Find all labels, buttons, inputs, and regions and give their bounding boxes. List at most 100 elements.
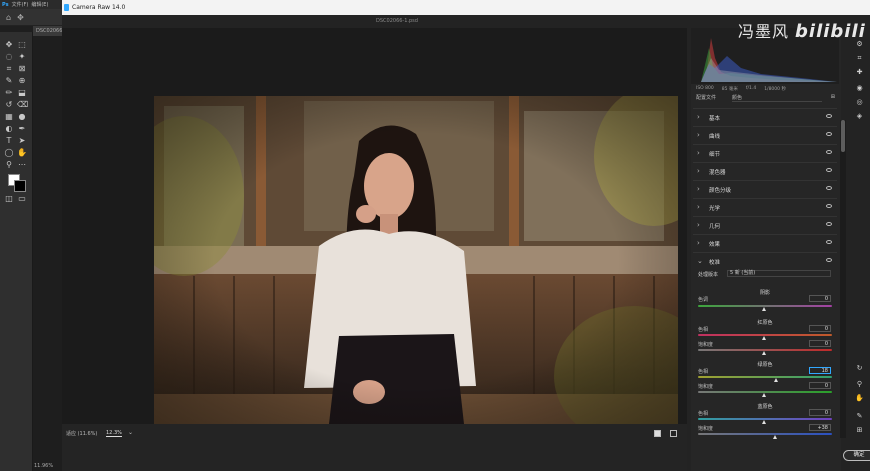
preview-canvas[interactable] [62, 28, 687, 424]
lasso-icon[interactable]: ◌ [4, 52, 14, 62]
green-saturation-thumb[interactable] [762, 393, 766, 397]
grid-overlay-icon[interactable]: ⊞ [855, 426, 864, 435]
red-saturation-value[interactable]: 0 [809, 340, 831, 347]
aperture: f/1.4 [745, 86, 757, 91]
document-tab[interactable]: DSC02066 [33, 26, 63, 36]
file-name: DSC02066-1.psd [376, 18, 418, 24]
eye-icon[interactable] [826, 240, 832, 244]
eye-icon[interactable] [826, 204, 832, 208]
before-after-icon[interactable] [670, 430, 677, 437]
blue-hue-value[interactable]: 0 [809, 409, 831, 416]
path-select-icon[interactable]: ➤ [17, 136, 27, 146]
red-hue-thumb[interactable] [762, 336, 766, 340]
red-saturation-thumb[interactable] [762, 351, 766, 355]
process-version-label: 处理版本 [698, 272, 719, 278]
hand-icon[interactable]: ✋ [17, 148, 27, 158]
ok-button[interactable]: 确定 [843, 450, 870, 461]
red-hue-value[interactable]: 0 [809, 325, 831, 332]
shadows-tint-value[interactable]: 0 [809, 295, 831, 302]
green-hue-slider[interactable] [698, 376, 832, 378]
dodge-icon[interactable]: ◐ [4, 124, 14, 134]
eye-icon[interactable] [826, 222, 832, 226]
green-hue-label: 色相 [698, 369, 709, 375]
section-curve[interactable]: › 曲线 [693, 126, 837, 143]
section-effects[interactable]: › 效果 [693, 234, 837, 251]
chevron-right-icon: › [697, 239, 700, 247]
magic-wand-icon[interactable]: ✦ [17, 52, 27, 62]
title-bar: Camera Raw 14.0 [62, 0, 870, 15]
blue-saturation-thumb[interactable] [773, 435, 777, 439]
marquee-icon[interactable]: ⬚ [17, 40, 27, 50]
eye-icon[interactable] [826, 186, 832, 190]
blue-saturation-value[interactable]: +38 [809, 424, 831, 431]
frame-icon[interactable]: ⊠ [17, 64, 27, 74]
camera-raw-window: Camera Raw 14.0 DSC02066-1.psd 适应 (11.6%… [62, 0, 870, 471]
screen-mode-icon[interactable]: ▭ [17, 194, 27, 204]
ps-options-bar: ⌂ ✥ [0, 9, 62, 26]
crop-icon[interactable]: ⌗ [4, 64, 14, 74]
blur-icon[interactable]: ● [17, 112, 27, 122]
zoom-dropdown-icon[interactable]: ⌄ [128, 429, 133, 436]
green-saturation-value[interactable]: 0 [809, 382, 831, 389]
shadows-tint-label: 色调 [698, 297, 709, 303]
eye-icon[interactable] [826, 258, 832, 262]
background-color-swatch[interactable] [14, 180, 26, 192]
section-detail[interactable]: › 细节 [693, 144, 837, 161]
single-view-icon[interactable] [654, 430, 661, 437]
profile-select[interactable]: 颜色 [732, 94, 822, 102]
eyedropper-icon[interactable]: ✎ [4, 76, 14, 86]
process-version-select[interactable]: 5 新 (当前) [727, 270, 831, 277]
menu-edit[interactable]: 编辑(E) [31, 1, 48, 8]
eraser-icon[interactable]: ⌫ [17, 100, 28, 110]
blue-saturation-slider[interactable] [698, 433, 832, 435]
shape-icon[interactable]: ◯ [4, 148, 14, 158]
zoom-tool-icon[interactable]: ⚲ [855, 380, 864, 389]
home-icon[interactable]: ⌂ [6, 13, 11, 22]
eye-icon[interactable] [826, 150, 832, 154]
zoom-icon[interactable]: ⚲ [4, 160, 14, 170]
green-hue-value[interactable]: 18 [809, 367, 831, 374]
profile-browser-icon[interactable]: ⊞ [831, 94, 835, 100]
section-optics[interactable]: › 光学 [693, 198, 837, 215]
history-brush-icon[interactable]: ↺ [4, 100, 14, 110]
gradient-icon[interactable]: ▦ [4, 112, 14, 122]
move-tool-icon[interactable]: ✥ [17, 13, 24, 22]
pen-icon[interactable]: ✒ [17, 124, 27, 134]
move-icon[interactable]: ✥ [4, 40, 14, 50]
camera-raw-app-icon [64, 4, 69, 11]
photo-preview[interactable] [154, 96, 678, 424]
scrollbar-thumb[interactable] [841, 120, 845, 152]
section-basic[interactable]: › 基本 [693, 108, 837, 125]
more-tools-icon[interactable]: ⋯ [17, 160, 27, 170]
chevron-right-icon: › [697, 131, 700, 139]
rotate-icon[interactable]: ↻ [855, 364, 864, 373]
blue-hue-thumb[interactable] [762, 420, 766, 424]
green-hue-thumb[interactable] [774, 378, 778, 382]
patch-icon[interactable]: ⊕ [17, 76, 27, 86]
brush-icon[interactable]: ✏ [4, 88, 14, 98]
quick-mask-icon[interactable]: ◫ [4, 194, 14, 204]
presets-icon[interactable]: ◈ [855, 112, 864, 121]
red-eye-icon[interactable]: ◎ [855, 98, 864, 107]
ps-toolbar: ✥ ⬚ ◌ ✦ ⌗ ⊠ ✎ ⊕ ✏ ⬓ ↺ ⌫ ▦ ● ◐ ✒ T ➤ ◯ ✋ … [0, 32, 33, 471]
stamp-icon[interactable]: ⬓ [17, 88, 27, 98]
type-icon[interactable]: T [4, 136, 14, 146]
panel-scrollbar[interactable] [840, 120, 846, 438]
section-geometry[interactable]: › 几何 [693, 216, 837, 233]
hand-tool-icon[interactable]: ✋ [855, 394, 864, 403]
zoom-value[interactable]: 12.3% [106, 430, 122, 437]
masking-icon[interactable]: ◉ [855, 84, 864, 93]
eye-icon[interactable] [826, 168, 832, 172]
eye-icon[interactable] [826, 132, 832, 136]
zoom-fit-label[interactable]: 适应 (11.6%) [66, 430, 97, 437]
heal-icon[interactable]: ✚ [855, 68, 864, 77]
eye-icon[interactable] [826, 114, 832, 118]
section-calibration[interactable]: ⌄ 校准 [693, 252, 837, 269]
crop-rotate-icon[interactable]: ⌗ [855, 54, 864, 63]
section-color-mixer[interactable]: › 混色器 [693, 162, 837, 179]
menu-file[interactable]: 文件(F) [12, 1, 29, 8]
color-sampler-icon[interactable]: ✎ [855, 412, 864, 421]
green-saturation-label: 饱和度 [698, 384, 714, 390]
section-color-grading[interactable]: › 颜色分级 [693, 180, 837, 197]
shadows-tint-thumb[interactable] [762, 307, 766, 311]
